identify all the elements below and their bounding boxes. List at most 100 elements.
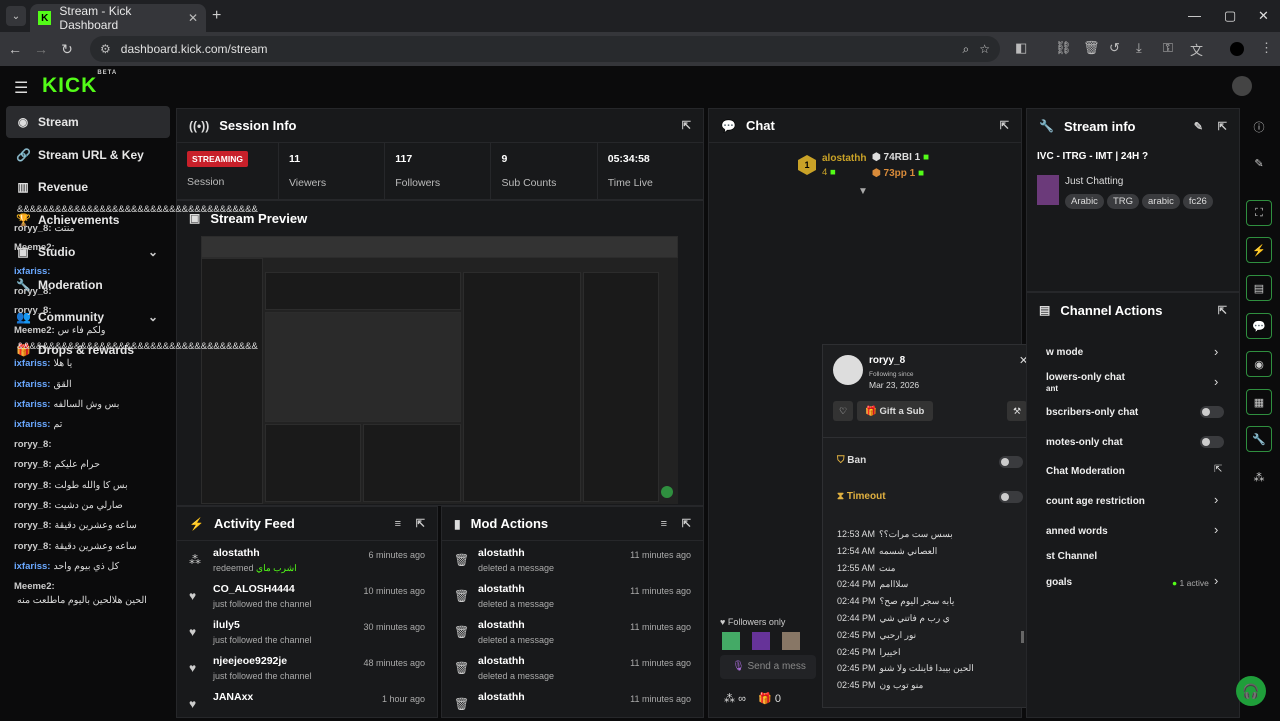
back-icon[interactable]: ← <box>4 41 26 57</box>
reload-icon[interactable]: ↻ <box>56 41 78 58</box>
chat-username[interactable]: ixfariss: <box>14 399 50 410</box>
emote-icon[interactable] <box>782 632 800 650</box>
chat-username[interactable]: roryy_8: <box>14 305 52 316</box>
kick-logo[interactable]: KICKBETA <box>42 70 117 98</box>
chat-username[interactable]: Meeme2: <box>14 325 55 336</box>
emotes-only-toggle[interactable] <box>1200 436 1224 448</box>
chevron-right-icon[interactable]: › <box>1214 344 1218 359</box>
history-ext-icon[interactable]: ↺ <box>1109 40 1120 56</box>
bookmark-star-icon[interactable]: ☆ <box>979 42 990 56</box>
key-ext-icon[interactable]: ⚿ <box>1163 40 1173 56</box>
profile-avatar-icon[interactable] <box>1230 42 1244 56</box>
popout-icon[interactable]: ⇱ <box>1000 119 1009 132</box>
popout-icon[interactable]: ⇱ <box>1218 304 1227 317</box>
address-bar[interactable]: ⚙ dashboard.kick.com/stream ⌕ ☆ <box>90 36 1000 62</box>
chevron-right-icon[interactable]: › <box>1214 492 1218 507</box>
leader-3[interactable]: ⬢ 73pp 1 ■ <box>872 168 924 179</box>
info-icon[interactable]: ⓘ <box>1246 114 1272 140</box>
chat-username[interactable]: roryy_8: <box>14 480 52 491</box>
trash-ext-icon[interactable]: 🗑 <box>1083 40 1100 56</box>
account-age-item[interactable]: count age restriction <box>1046 496 1145 507</box>
channel-icon[interactable]: ▦ <box>1246 389 1272 415</box>
timeout-toggle[interactable] <box>999 491 1023 503</box>
leader-name[interactable]: alostathh <box>822 153 866 164</box>
popout-icon[interactable]: ⇱ <box>416 517 425 530</box>
close-window-icon[interactable]: ✕ <box>1258 8 1269 24</box>
new-tab-button[interactable]: + <box>212 7 221 25</box>
filter-icon[interactable]: ≡ <box>661 518 667 530</box>
chat-username[interactable]: Meeme2: <box>14 581 55 592</box>
stream-preview-video[interactable] <box>201 236 678 504</box>
slow-mode-item[interactable]: w mode <box>1046 347 1083 358</box>
goals-item[interactable]: goals <box>1046 577 1072 588</box>
follow-heart-button[interactable]: ♡ <box>833 401 853 421</box>
chevron-right-icon[interactable]: › <box>1214 522 1218 537</box>
sidebar-item-stream-url-key[interactable]: 🔗 Stream URL & Key <box>6 139 170 171</box>
popout-icon[interactable]: ⇱ <box>1218 120 1227 133</box>
edit-pencil-icon[interactable]: ✎ <box>1194 120 1203 133</box>
chat-username[interactable]: roryy_8: <box>14 541 52 552</box>
emote-icon[interactable] <box>722 632 740 650</box>
minimize-icon[interactable]: — <box>1188 8 1201 23</box>
chat-username[interactable]: roryy_8: <box>14 520 52 531</box>
chevron-right-icon[interactable]: › <box>1214 374 1218 389</box>
menu-dots-icon[interactable]: ⋮ <box>1260 40 1273 56</box>
chat-moderation-item[interactable]: Chat Moderation <box>1046 466 1125 477</box>
maximize-icon[interactable]: ▢ <box>1224 8 1236 24</box>
chat-username[interactable]: Meeme2: <box>14 242 55 253</box>
chat-username[interactable]: ixfariss: <box>14 561 50 572</box>
close-tab-icon[interactable]: ✕ <box>188 11 198 25</box>
scan-icon[interactable]: ⛶ <box>1246 200 1272 226</box>
community-icon[interactable]: ⁂ <box>1246 464 1272 490</box>
activity-feed-header: ⚡ Activity Feed ≡ ⇱ <box>177 507 437 541</box>
chat-username[interactable]: roryy_8: <box>14 223 52 234</box>
chat-username[interactable]: ixfariss: <box>14 419 50 430</box>
extensions-icon[interactable]: ◧ <box>1015 40 1027 56</box>
chat-input[interactable]: 🎙 Send a mess <box>720 655 816 679</box>
gift-sub-button[interactable]: 🎁 Gift a Sub <box>857 401 933 421</box>
subscribers-only-toggle[interactable] <box>1200 406 1224 418</box>
ban-toggle[interactable] <box>999 456 1023 468</box>
host-channel-item[interactable]: st Channel <box>1046 551 1097 562</box>
browser-tab[interactable]: K Stream - Kick Dashboard ✕ <box>30 4 206 32</box>
chat-bubble-icon[interactable]: 💬 <box>1246 313 1272 339</box>
user-avatar[interactable] <box>1232 76 1252 96</box>
bolt-icon[interactable]: ⚡ <box>1246 237 1272 263</box>
mod-actions-panel: ▮ Mod Actions ≡ ⇱ 🗑 alostathh deleted a messa… <box>441 506 704 718</box>
mod-action-button[interactable]: ⚒ <box>1007 401 1027 421</box>
popout-icon[interactable]: ⇱ <box>682 517 691 530</box>
emote-icon[interactable] <box>752 632 770 650</box>
link-ext-icon[interactable]: ⛓ <box>1055 40 1072 56</box>
gift-icon[interactable]: 🎁 <box>758 693 772 705</box>
popout-icon[interactable]: ⇱ <box>682 119 691 132</box>
sidebar-item-stream[interactable]: ◉ Stream <box>6 106 170 138</box>
support-headset-icon[interactable]: 🎧 <box>1236 676 1266 706</box>
expand-leaderboard-icon[interactable]: ▼ <box>858 186 868 197</box>
forward-icon[interactable]: → <box>30 41 52 57</box>
tab-search-button[interactable]: ⌄ <box>6 6 26 26</box>
download-icon[interactable]: ⤓ <box>1136 40 1142 56</box>
site-info-icon[interactable]: ⚙ <box>100 42 111 56</box>
document-icon[interactable]: ▤ <box>1246 275 1272 301</box>
leader-2[interactable]: ⬢ 74RBI 1 ■ <box>872 152 929 163</box>
chat-username[interactable]: roryy_8: <box>14 500 52 511</box>
history-scrollbar[interactable] <box>1021 631 1024 643</box>
edit-icon[interactable]: ✎ <box>1246 150 1272 176</box>
sidebar-item-revenue[interactable]: ▥ Revenue <box>6 171 170 203</box>
popout-icon[interactable]: ⇱ <box>1214 464 1222 475</box>
filter-icon[interactable]: ≡ <box>395 518 401 530</box>
followers-only-chat-item[interactable]: lowers-only chat <box>1046 372 1125 383</box>
chevron-right-icon[interactable]: › <box>1214 573 1218 588</box>
wrench-icon[interactable]: 🔧 <box>1246 426 1272 452</box>
chat-username[interactable]: ixfariss: <box>14 379 50 390</box>
chat-username[interactable]: ixfariss: <box>14 358 50 369</box>
translate-ext-icon[interactable]: 文 <box>1190 40 1203 59</box>
chat-username[interactable]: ixfariss: <box>14 266 50 277</box>
chat-username[interactable]: roryy_8: <box>14 459 52 470</box>
banned-words-item[interactable]: anned words <box>1046 526 1108 537</box>
chat-username[interactable]: roryy_8: <box>14 286 52 297</box>
chat-username[interactable]: roryy_8: <box>14 439 52 450</box>
zoom-icon[interactable]: ⌕ <box>963 42 970 57</box>
broadcast-icon[interactable]: ◉ <box>1246 351 1272 377</box>
hamburger-menu-icon[interactable]: ☰ <box>14 78 28 98</box>
